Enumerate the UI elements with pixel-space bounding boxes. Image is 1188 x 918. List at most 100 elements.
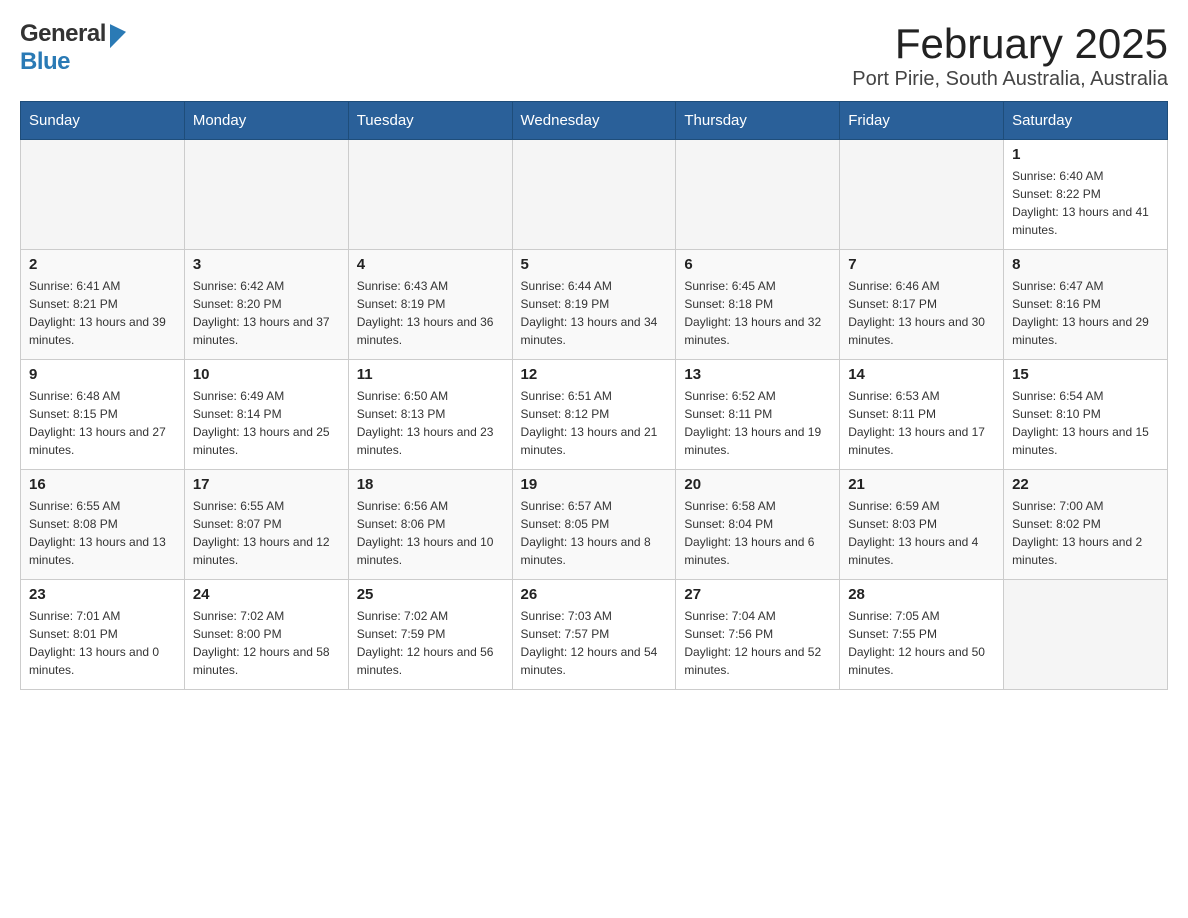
calendar-title: February 2025 bbox=[852, 20, 1168, 68]
logo-general-text: General bbox=[20, 20, 106, 48]
header-wednesday: Wednesday bbox=[512, 102, 676, 140]
day-info: Sunrise: 7:02 AMSunset: 7:59 PMDaylight:… bbox=[357, 607, 504, 679]
day-info: Sunrise: 6:44 AMSunset: 8:19 PMDaylight:… bbox=[521, 277, 668, 349]
day-number: 25 bbox=[357, 586, 504, 603]
day-info: Sunrise: 6:43 AMSunset: 8:19 PMDaylight:… bbox=[357, 277, 504, 349]
calendar-cell: 23 Sunrise: 7:01 AMSunset: 8:01 PMDayligh… bbox=[21, 580, 185, 690]
day-number: 1 bbox=[1012, 146, 1159, 163]
day-number: 17 bbox=[193, 476, 340, 493]
calendar-cell: 2Sunrise: 6:41 AMSunset: 8:21 PMDaylight… bbox=[21, 250, 185, 360]
day-number: 9 bbox=[29, 366, 176, 383]
day-info: Sunrise: 7:03 AMSunset: 7:57 PMDaylight:… bbox=[521, 607, 668, 679]
calendar-cell: 17 Sunrise: 6:55 AMSunset: 8:07 PMDayligh… bbox=[184, 470, 348, 580]
day-info: Sunrise: 6:53 AMSunset: 8:11 PMDaylight:… bbox=[848, 387, 995, 459]
calendar-cell bbox=[184, 140, 348, 250]
day-info: Sunrise: 6:48 AMSunset: 8:15 PMDaylight:… bbox=[29, 387, 176, 459]
day-info: Sunrise: 6:45 AMSunset: 8:18 PMDaylight:… bbox=[684, 277, 831, 349]
day-info: Sunrise: 6:49 AMSunset: 8:14 PMDaylight:… bbox=[193, 387, 340, 459]
title-block: February 2025 Port Pirie, South Australi… bbox=[852, 20, 1168, 91]
day-number: 14 bbox=[848, 366, 995, 383]
day-number: 12 bbox=[521, 366, 668, 383]
day-number: 7 bbox=[848, 256, 995, 273]
day-info: Sunrise: 6:58 AMSunset: 8:04 PMDaylight:… bbox=[684, 497, 831, 569]
calendar-cell: 18 Sunrise: 6:56 AMSunset: 8:06 PMDayligh… bbox=[348, 470, 512, 580]
day-info: Sunrise: 6:57 AMSunset: 8:05 PMDaylight:… bbox=[521, 497, 668, 569]
day-info: Sunrise: 6:47 AMSunset: 8:16 PMDaylight:… bbox=[1012, 277, 1159, 349]
day-info: Sunrise: 6:40 AMSunset: 8:22 PMDaylight:… bbox=[1012, 167, 1159, 239]
calendar-cell: 26Sunrise: 7:03 AMSunset: 7:57 PMDayligh… bbox=[512, 580, 676, 690]
day-number: 4 bbox=[357, 256, 504, 273]
calendar-cell: 4 Sunrise: 6:43 AMSunset: 8:19 PMDaylight… bbox=[348, 250, 512, 360]
day-info: Sunrise: 6:59 AMSunset: 8:03 PMDaylight:… bbox=[848, 497, 995, 569]
day-number: 13 bbox=[684, 366, 831, 383]
calendar-cell: 12Sunrise: 6:51 AMSunset: 8:12 PMDayligh… bbox=[512, 360, 676, 470]
day-number: 22 bbox=[1012, 476, 1159, 493]
day-number: 5 bbox=[521, 256, 668, 273]
calendar-cell bbox=[21, 140, 185, 250]
calendar-body: 1 Sunrise: 6:40 AMSunset: 8:22 PMDaylight… bbox=[21, 140, 1168, 690]
logo-blue-text: Blue bbox=[20, 48, 70, 76]
calendar-cell: 21Sunrise: 6:59 AMSunset: 8:03 PMDayligh… bbox=[840, 470, 1004, 580]
page-header: General Blue February 2025 Port Pirie, S… bbox=[20, 20, 1168, 91]
calendar-cell bbox=[676, 140, 840, 250]
day-number: 20 bbox=[684, 476, 831, 493]
calendar-subtitle: Port Pirie, South Australia, Australia bbox=[852, 68, 1168, 91]
calendar-cell bbox=[512, 140, 676, 250]
calendar-cell bbox=[1004, 580, 1168, 690]
header-friday: Friday bbox=[840, 102, 1004, 140]
logo: General Blue bbox=[20, 20, 126, 76]
calendar-cell: 11 Sunrise: 6:50 AMSunset: 8:13 PMDayligh… bbox=[348, 360, 512, 470]
week-row-3: 9 Sunrise: 6:48 AMSunset: 8:15 PMDaylight… bbox=[21, 360, 1168, 470]
calendar-cell: 6 Sunrise: 6:45 AMSunset: 8:18 PMDaylight… bbox=[676, 250, 840, 360]
calendar-cell bbox=[348, 140, 512, 250]
header-thursday: Thursday bbox=[676, 102, 840, 140]
calendar-table: SundayMondayTuesdayWednesdayThursdayFrid… bbox=[20, 101, 1168, 690]
day-number: 28 bbox=[848, 586, 995, 603]
day-info: Sunrise: 6:46 AMSunset: 8:17 PMDaylight:… bbox=[848, 277, 995, 349]
days-of-week-row: SundayMondayTuesdayWednesdayThursdayFrid… bbox=[21, 102, 1168, 140]
calendar-cell: 15 Sunrise: 6:54 AMSunset: 8:10 PMDayligh… bbox=[1004, 360, 1168, 470]
day-number: 15 bbox=[1012, 366, 1159, 383]
day-info: Sunrise: 6:55 AMSunset: 8:07 PMDaylight:… bbox=[193, 497, 340, 569]
day-info: Sunrise: 7:02 AMSunset: 8:00 PMDaylight:… bbox=[193, 607, 340, 679]
day-number: 3 bbox=[193, 256, 340, 273]
header-monday: Monday bbox=[184, 102, 348, 140]
header-sunday: Sunday bbox=[21, 102, 185, 140]
calendar-cell: 10Sunrise: 6:49 AMSunset: 8:14 PMDayligh… bbox=[184, 360, 348, 470]
calendar-cell: 8 Sunrise: 6:47 AMSunset: 8:16 PMDaylight… bbox=[1004, 250, 1168, 360]
week-row-4: 16Sunrise: 6:55 AMSunset: 8:08 PMDayligh… bbox=[21, 470, 1168, 580]
header-tuesday: Tuesday bbox=[348, 102, 512, 140]
calendar-cell: 19 Sunrise: 6:57 AMSunset: 8:05 PMDayligh… bbox=[512, 470, 676, 580]
day-info: Sunrise: 7:05 AMSunset: 7:55 PMDaylight:… bbox=[848, 607, 995, 679]
calendar-cell: 16Sunrise: 6:55 AMSunset: 8:08 PMDayligh… bbox=[21, 470, 185, 580]
calendar-cell: 24 Sunrise: 7:02 AMSunset: 8:00 PMDayligh… bbox=[184, 580, 348, 690]
day-number: 11 bbox=[357, 366, 504, 383]
day-number: 19 bbox=[521, 476, 668, 493]
day-number: 2 bbox=[29, 256, 176, 273]
calendar-cell: 3Sunrise: 6:42 AMSunset: 8:20 PMDaylight… bbox=[184, 250, 348, 360]
day-number: 27 bbox=[684, 586, 831, 603]
day-number: 23 bbox=[29, 586, 176, 603]
day-info: Sunrise: 6:54 AMSunset: 8:10 PMDaylight:… bbox=[1012, 387, 1159, 459]
day-number: 6 bbox=[684, 256, 831, 273]
day-info: Sunrise: 6:50 AMSunset: 8:13 PMDaylight:… bbox=[357, 387, 504, 459]
calendar-cell: 7 Sunrise: 6:46 AMSunset: 8:17 PMDaylight… bbox=[840, 250, 1004, 360]
day-info: Sunrise: 7:04 AMSunset: 7:56 PMDaylight:… bbox=[684, 607, 831, 679]
day-info: Sunrise: 7:01 AMSunset: 8:01 PMDaylight:… bbox=[29, 607, 176, 679]
day-number: 16 bbox=[29, 476, 176, 493]
day-number: 8 bbox=[1012, 256, 1159, 273]
calendar-cell: 5 Sunrise: 6:44 AMSunset: 8:19 PMDaylight… bbox=[512, 250, 676, 360]
week-row-1: 1 Sunrise: 6:40 AMSunset: 8:22 PMDaylight… bbox=[21, 140, 1168, 250]
header-saturday: Saturday bbox=[1004, 102, 1168, 140]
day-info: Sunrise: 6:56 AMSunset: 8:06 PMDaylight:… bbox=[357, 497, 504, 569]
calendar-cell: 14 Sunrise: 6:53 AMSunset: 8:11 PMDayligh… bbox=[840, 360, 1004, 470]
day-number: 24 bbox=[193, 586, 340, 603]
week-row-2: 2Sunrise: 6:41 AMSunset: 8:21 PMDaylight… bbox=[21, 250, 1168, 360]
calendar-cell: 28 Sunrise: 7:05 AMSunset: 7:55 PMDayligh… bbox=[840, 580, 1004, 690]
calendar-cell: 9 Sunrise: 6:48 AMSunset: 8:15 PMDaylight… bbox=[21, 360, 185, 470]
calendar-cell: 22 Sunrise: 7:00 AMSunset: 8:02 PMDayligh… bbox=[1004, 470, 1168, 580]
week-row-5: 23 Sunrise: 7:01 AMSunset: 8:01 PMDayligh… bbox=[21, 580, 1168, 690]
day-number: 18 bbox=[357, 476, 504, 493]
calendar-cell: 20 Sunrise: 6:58 AMSunset: 8:04 PMDayligh… bbox=[676, 470, 840, 580]
day-info: Sunrise: 7:00 AMSunset: 8:02 PMDaylight:… bbox=[1012, 497, 1159, 569]
